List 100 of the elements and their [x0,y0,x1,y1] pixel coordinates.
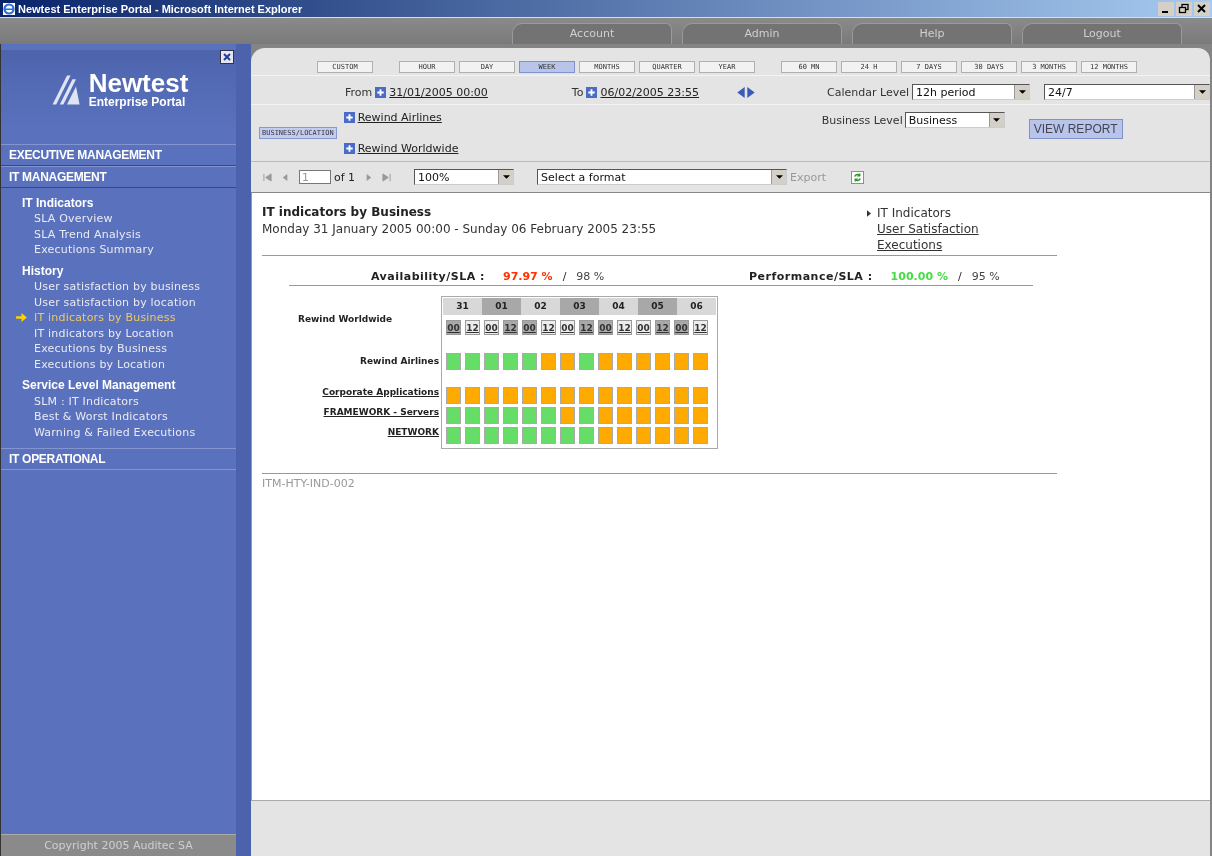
status-cell[interactable] [465,353,480,370]
business-link[interactable]: Rewind Airlines [357,111,442,124]
hour-link[interactable]: 12 [617,320,632,335]
hour-link[interactable]: 12 [579,320,594,335]
hour-link[interactable]: 12 [655,320,670,335]
status-cell[interactable] [674,353,689,370]
format-select[interactable]: Select a format [537,169,788,185]
status-cell[interactable] [503,407,518,424]
view-report-button[interactable]: VIEW REPORT [1028,119,1123,139]
status-cell[interactable] [465,387,480,404]
menu-item[interactable]: User satisfaction by location [1,295,196,309]
status-cell[interactable] [617,387,632,404]
hour-link[interactable]: 00 [446,320,461,335]
minimize-icon[interactable] [1158,1,1174,16]
status-cell[interactable] [503,353,518,370]
status-cell[interactable] [522,407,537,424]
menu-item[interactable]: User satisfaction by business [1,280,201,294]
status-cell[interactable] [674,387,689,404]
expand-icon[interactable] [343,112,355,123]
hour-link[interactable]: 00 [674,320,689,335]
status-cell[interactable] [617,427,632,444]
report-link[interactable]: IT Indicators [877,206,951,220]
status-cell[interactable] [674,407,689,424]
status-cell[interactable] [503,387,518,404]
hour-link[interactable]: 00 [636,320,651,335]
hour-link[interactable]: 12 [465,320,480,335]
status-cell[interactable] [541,427,556,444]
calendar-plus-icon[interactable] [375,86,387,98]
status-cell[interactable] [465,407,480,424]
status-cell[interactable] [484,427,499,444]
refresh-icon[interactable] [851,170,865,184]
close-icon[interactable] [220,50,234,64]
restore-icon[interactable] [1176,1,1192,16]
status-cell[interactable] [598,407,613,424]
status-cell[interactable] [446,407,461,424]
menu-item[interactable]: IT indicators by Location [1,326,174,340]
status-cell[interactable] [693,407,708,424]
status-cell[interactable] [579,407,594,424]
status-cell[interactable] [693,353,708,370]
menu-section[interactable]: EXECUTIVE MANAGEMENT [1,144,236,166]
zoom-select[interactable]: 100% [414,169,515,185]
first-page-icon[interactable] [263,172,272,182]
status-cell[interactable] [560,407,575,424]
menu-section[interactable]: IT OPERATIONAL [1,448,236,471]
business-level-select[interactable]: Business [904,112,1005,128]
status-cell[interactable] [560,353,575,370]
status-cell[interactable] [446,387,461,404]
hour-link[interactable]: 00 [598,320,613,335]
report-link[interactable]: Executions [877,238,943,252]
menu-item[interactable]: SLM : IT Indicators [1,394,139,408]
status-cell[interactable] [598,387,613,404]
menu-item[interactable]: SLA Trend Analysis [1,227,141,241]
status-cell[interactable] [579,387,594,404]
menu-item[interactable]: Warning & Failed Executions [1,425,196,439]
status-cell[interactable] [693,427,708,444]
status-cell[interactable] [522,387,537,404]
row-label[interactable]: NETWORK [387,427,439,437]
status-cell[interactable] [598,353,613,370]
status-cell[interactable] [579,427,594,444]
next-icon[interactable] [747,86,756,98]
status-cell[interactable] [541,353,556,370]
business-link[interactable]: Rewind Worldwide [357,142,459,155]
status-cell[interactable] [617,407,632,424]
last-page-icon[interactable] [382,172,392,182]
hour-link[interactable]: 12 [693,320,708,335]
menu-item[interactable]: Best & Worst Indicators [1,410,168,424]
previous-icon[interactable] [737,86,746,98]
calendar-level-select[interactable]: 12h period [912,84,1030,100]
status-cell[interactable] [636,387,651,404]
status-cell[interactable] [503,427,518,444]
row-label[interactable]: Rewind Airlines [360,356,439,366]
schedule-select[interactable]: 24/7 [1044,84,1210,100]
status-cell[interactable] [522,427,537,444]
status-cell[interactable] [636,353,651,370]
menu-item[interactable]: Executions by Location [1,358,166,372]
status-cell[interactable] [484,407,499,424]
hour-link[interactable]: 12 [541,320,556,335]
hour-link[interactable]: 00 [560,320,575,335]
close-icon[interactable] [1194,1,1210,16]
status-cell[interactable] [655,387,670,404]
hour-link[interactable]: 12 [503,320,518,335]
menu-item[interactable]: Executions Summary [1,243,154,257]
status-cell[interactable] [693,387,708,404]
to-date-link[interactable]: 06/02/2005 23:55 [600,85,700,99]
status-cell[interactable] [636,407,651,424]
expand-icon[interactable] [343,143,355,154]
hour-link[interactable]: 00 [522,320,537,335]
status-cell[interactable] [598,427,613,444]
status-cell[interactable] [655,427,670,444]
previous-page-icon[interactable] [281,172,290,182]
menu-section[interactable]: IT MANAGEMENT [1,166,236,188]
status-cell[interactable] [446,353,461,370]
report-link[interactable]: User Satisfaction [877,222,979,236]
status-cell[interactable] [617,353,632,370]
status-cell[interactable] [446,427,461,444]
status-cell[interactable] [655,407,670,424]
status-cell[interactable] [674,427,689,444]
row-label[interactable]: FRAMEWORK - Servers [323,407,439,417]
menu-item[interactable]: SLA Overview [1,212,113,226]
status-cell[interactable] [465,427,480,444]
